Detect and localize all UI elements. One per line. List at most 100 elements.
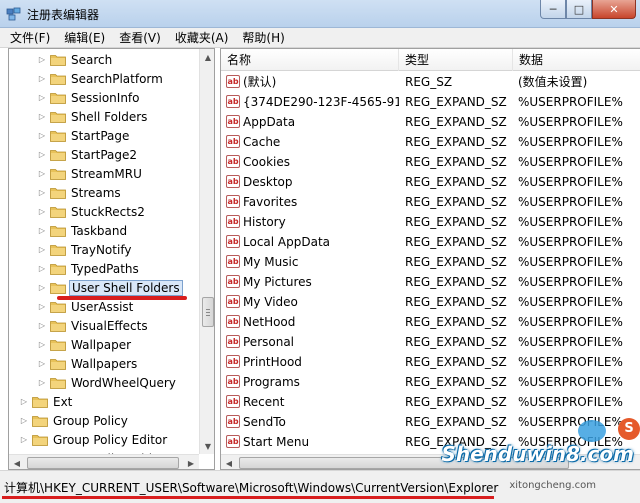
folder-icon [50, 188, 66, 199]
expand-arrow-icon[interactable]: ▷ [37, 188, 47, 197]
folder-icon [50, 55, 66, 66]
tree-item[interactable]: ▷ SessionInfo [9, 88, 199, 107]
list-row[interactable]: ab Recent REG_EXPAND_SZ %USERPROFILE% [221, 392, 640, 412]
expand-arrow-icon[interactable]: ▷ [19, 416, 29, 425]
tree-item-label: Wallpapers [71, 356, 138, 371]
menu-help[interactable]: 帮助(H) [235, 28, 291, 48]
tree-item-label: Search [71, 52, 113, 67]
list-row[interactable]: ab History REG_EXPAND_SZ %USERPROFILE% [221, 212, 640, 232]
menu-file[interactable]: 文件(F) [0, 28, 57, 48]
column-header-data[interactable]: 数据 [513, 49, 640, 71]
menu-favorites[interactable]: 收藏夹(A) [168, 28, 236, 48]
expand-arrow-icon[interactable]: ▷ [37, 169, 47, 178]
expand-arrow-icon[interactable]: ▷ [37, 131, 47, 140]
expand-arrow-icon[interactable]: ▷ [37, 112, 47, 121]
column-header-type[interactable]: 类型 [399, 49, 513, 71]
expand-arrow-icon[interactable]: ▷ [19, 435, 29, 444]
scroll-right-icon[interactable]: ▶ [183, 455, 199, 469]
expand-arrow-icon[interactable]: ▷ [37, 55, 47, 64]
expand-arrow-icon[interactable]: ▷ [37, 283, 47, 292]
folder-icon [50, 93, 66, 104]
list-row[interactable]: ab Cookies REG_EXPAND_SZ %USERPROFILE% [221, 152, 640, 172]
list-row[interactable]: ab Favorites REG_EXPAND_SZ %USERPROFILE% [221, 192, 640, 212]
tree-item[interactable]: ▷ SearchPlatform [9, 69, 199, 88]
tree-item[interactable]: ▷ VisualEffects [9, 316, 199, 335]
tree-item[interactable]: ▷ StuckRects2 [9, 202, 199, 221]
tree-vertical-scrollbar[interactable]: ▲ ▼ [199, 49, 214, 454]
list-row[interactable]: ab Cache REG_EXPAND_SZ %USERPROFILE% [221, 132, 640, 152]
expand-arrow-icon[interactable]: ▷ [37, 340, 47, 349]
tree-item[interactable]: ▷ StartPage [9, 126, 199, 145]
list-row[interactable]: ab Local AppData REG_EXPAND_SZ %USERPROFILE… [221, 232, 640, 252]
tree-item[interactable]: ▷ WordWheelQuery [9, 373, 199, 392]
tree-horizontal-scrollbar[interactable]: ◀ ▶ [9, 454, 199, 469]
string-value-icon: ab [226, 255, 240, 268]
tree-item[interactable]: ▷ Wallpaper [9, 335, 199, 354]
expand-arrow-icon[interactable]: ▷ [37, 74, 47, 83]
expand-arrow-icon[interactable]: ▷ [19, 397, 29, 406]
expand-arrow-icon[interactable]: ▷ [37, 207, 47, 216]
tree-item[interactable]: ▷ Streams [9, 183, 199, 202]
value-type: REG_EXPAND_SZ [405, 395, 507, 409]
maximize-button[interactable]: □ [566, 0, 592, 19]
tree-item[interactable]: ▷ Wallpapers [9, 354, 199, 373]
string-value-icon: ab [226, 155, 240, 168]
title-bar[interactable]: 注册表编辑器 ─ □ ✕ [0, 0, 640, 28]
list-row[interactable]: ab My Music REG_EXPAND_SZ %USERPROFILE% [221, 252, 640, 272]
list-row[interactable]: ab Programs REG_EXPAND_SZ %USERPROFILE% [221, 372, 640, 392]
tree-scroll-thumb[interactable] [202, 297, 214, 327]
expand-arrow-icon[interactable]: ▷ [37, 302, 47, 311]
scroll-left-icon[interactable]: ◀ [221, 455, 237, 469]
list-row[interactable]: ab Desktop REG_EXPAND_SZ %USERPROFILE% [221, 172, 640, 192]
list-row[interactable]: ab My Pictures REG_EXPAND_SZ %USERPROFILE% [221, 272, 640, 292]
string-value-icon: ab [226, 95, 240, 108]
value-type: REG_SZ [405, 75, 453, 89]
tree-item[interactable]: ▷ Search [9, 50, 199, 69]
value-type: REG_EXPAND_SZ [405, 315, 507, 329]
tree-hscroll-thumb[interactable] [27, 457, 179, 469]
list-row[interactable]: ab My Video REG_EXPAND_SZ %USERPROFILE% [221, 292, 640, 312]
list-row[interactable]: ab (默认) REG_SZ (数值未设置) [221, 72, 640, 92]
column-header-name[interactable]: 名称 [221, 49, 399, 71]
minimize-button[interactable]: ─ [540, 0, 566, 19]
tree-item[interactable]: ▷ TrayNotify [9, 240, 199, 259]
tree-item[interactable]: ▷ Group Policy [9, 411, 199, 430]
expand-arrow-icon[interactable]: ▷ [37, 150, 47, 159]
close-button[interactable]: ✕ [592, 0, 636, 19]
expand-arrow-icon[interactable]: ▷ [37, 321, 47, 330]
values-list-pane[interactable]: 名称 类型 数据 ab (默认) REG_SZ (数值未设置) ab {374DE290-… [220, 48, 640, 470]
expand-arrow-icon[interactable]: ▷ [37, 378, 47, 387]
list-row[interactable]: ab Personal REG_EXPAND_SZ %USERPROFILE% [221, 332, 640, 352]
menu-edit[interactable]: 编辑(E) [57, 28, 112, 48]
tree-item-label: Group Policy Editor [53, 432, 168, 447]
annotation-underline [2, 496, 494, 499]
tree-item[interactable]: ▷ Ext [9, 392, 199, 411]
expand-arrow-icon[interactable]: ▷ [37, 264, 47, 273]
tree-item[interactable]: ▷ StartPage2 [9, 145, 199, 164]
expand-arrow-icon[interactable]: ▷ [37, 359, 47, 368]
tree-item[interactable]: ▷ Group Policy Editor [9, 430, 199, 449]
value-data: %USERPROFILE% [518, 375, 623, 389]
scroll-down-icon[interactable]: ▼ [200, 438, 214, 454]
menu-view[interactable]: 查看(V) [112, 28, 168, 48]
value-data: %USERPROFILE% [518, 275, 623, 289]
string-value-icon: ab [226, 235, 240, 248]
tree-item[interactable]: ▷ Taskband [9, 221, 199, 240]
scroll-up-icon[interactable]: ▲ [200, 49, 214, 65]
list-row[interactable]: ab PrintHood REG_EXPAND_SZ %USERPROFILE% [221, 352, 640, 372]
expand-arrow-icon[interactable]: ▷ [37, 245, 47, 254]
string-value-icon: ab [226, 315, 240, 328]
folder-icon [32, 416, 48, 427]
list-row[interactable]: ab AppData REG_EXPAND_SZ %USERPROFILE% [221, 112, 640, 132]
expand-arrow-icon[interactable]: ▷ [37, 226, 47, 235]
list-row[interactable]: ab NetHood REG_EXPAND_SZ %USERPROFILE% [221, 312, 640, 332]
expand-arrow-icon[interactable]: ▷ [37, 93, 47, 102]
tree-item[interactable]: ▷ TypedPaths [9, 259, 199, 278]
scroll-left-icon[interactable]: ◀ [9, 455, 25, 469]
tree-item[interactable]: ▷ Shell Folders [9, 107, 199, 126]
tree-item-selected[interactable]: ▷ User Shell Folders [9, 278, 199, 297]
registry-tree-pane[interactable]: ▷ Search ▷ SearchPlatform ▷ SessionInfo ▷ Shell… [8, 48, 215, 470]
tree-item-label: TrayNotify [71, 242, 132, 257]
list-row[interactable]: ab{374DE290-123F-4565-916... REG_EXPAND_S… [221, 92, 640, 112]
tree-item[interactable]: ▷ StreamMRU [9, 164, 199, 183]
